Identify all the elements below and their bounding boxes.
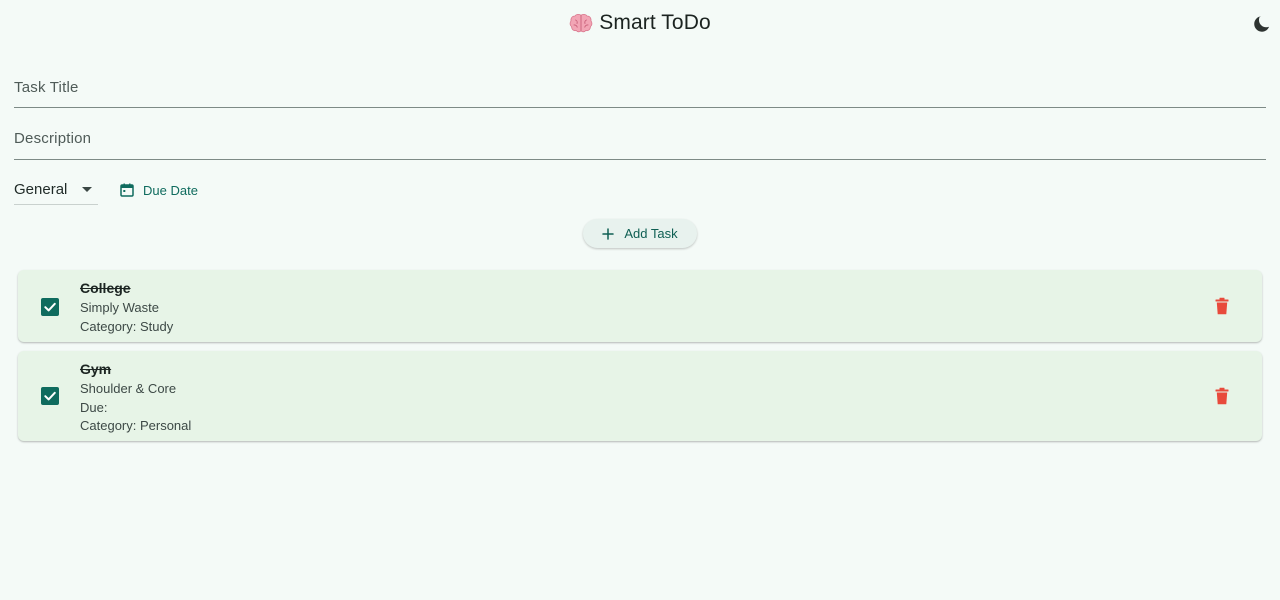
chevron-down-icon xyxy=(82,187,92,192)
task-card: Gym Shoulder & Core Due: Category: Perso… xyxy=(18,351,1262,441)
title-bar: Smart ToDo xyxy=(0,11,1280,35)
app-header: Smart ToDo xyxy=(0,0,1280,50)
checkmark-icon xyxy=(44,391,56,401)
trash-icon[interactable] xyxy=(1214,387,1230,405)
task-category: Category: Personal xyxy=(80,418,192,433)
task-content: Gym Shoulder & Core Due: Category: Perso… xyxy=(80,360,191,436)
category-selected-value: General xyxy=(14,181,68,198)
trash-icon[interactable] xyxy=(1214,297,1230,315)
add-task-button[interactable]: Add Task xyxy=(583,219,697,248)
task-content: College Simply Waste Category: Study xyxy=(80,279,173,336)
description-input[interactable] xyxy=(14,130,1266,147)
due-date-button[interactable]: Due Date xyxy=(112,178,206,202)
task-checkbox[interactable] xyxy=(41,298,59,316)
plus-icon xyxy=(602,227,615,240)
checkmark-icon xyxy=(44,302,56,312)
task-category: Category: Study xyxy=(80,318,174,334)
calendar-icon xyxy=(120,183,134,197)
task-description: Shoulder & Core xyxy=(80,381,177,396)
app-title: Smart ToDo xyxy=(599,11,711,34)
task-title: Gym xyxy=(80,361,112,377)
task-card: College Simply Waste Category: Study xyxy=(18,270,1262,342)
category-select[interactable]: General xyxy=(14,178,98,205)
description-field[interactable] xyxy=(14,128,1266,160)
moon-icon[interactable] xyxy=(1250,13,1272,35)
brain-icon xyxy=(569,13,593,33)
add-task-label: Add Task xyxy=(624,226,678,241)
task-checkbox[interactable] xyxy=(41,387,59,405)
task-title-input[interactable] xyxy=(14,79,1266,96)
app-root: Smart ToDo General Due Date Add Task xyxy=(0,0,1280,600)
due-date-label: Due Date xyxy=(143,182,198,198)
task-title: College xyxy=(80,280,131,296)
task-due-date: Due: xyxy=(80,399,108,415)
task-description: Simply Waste xyxy=(80,300,159,315)
task-title-field[interactable] xyxy=(14,77,1266,108)
